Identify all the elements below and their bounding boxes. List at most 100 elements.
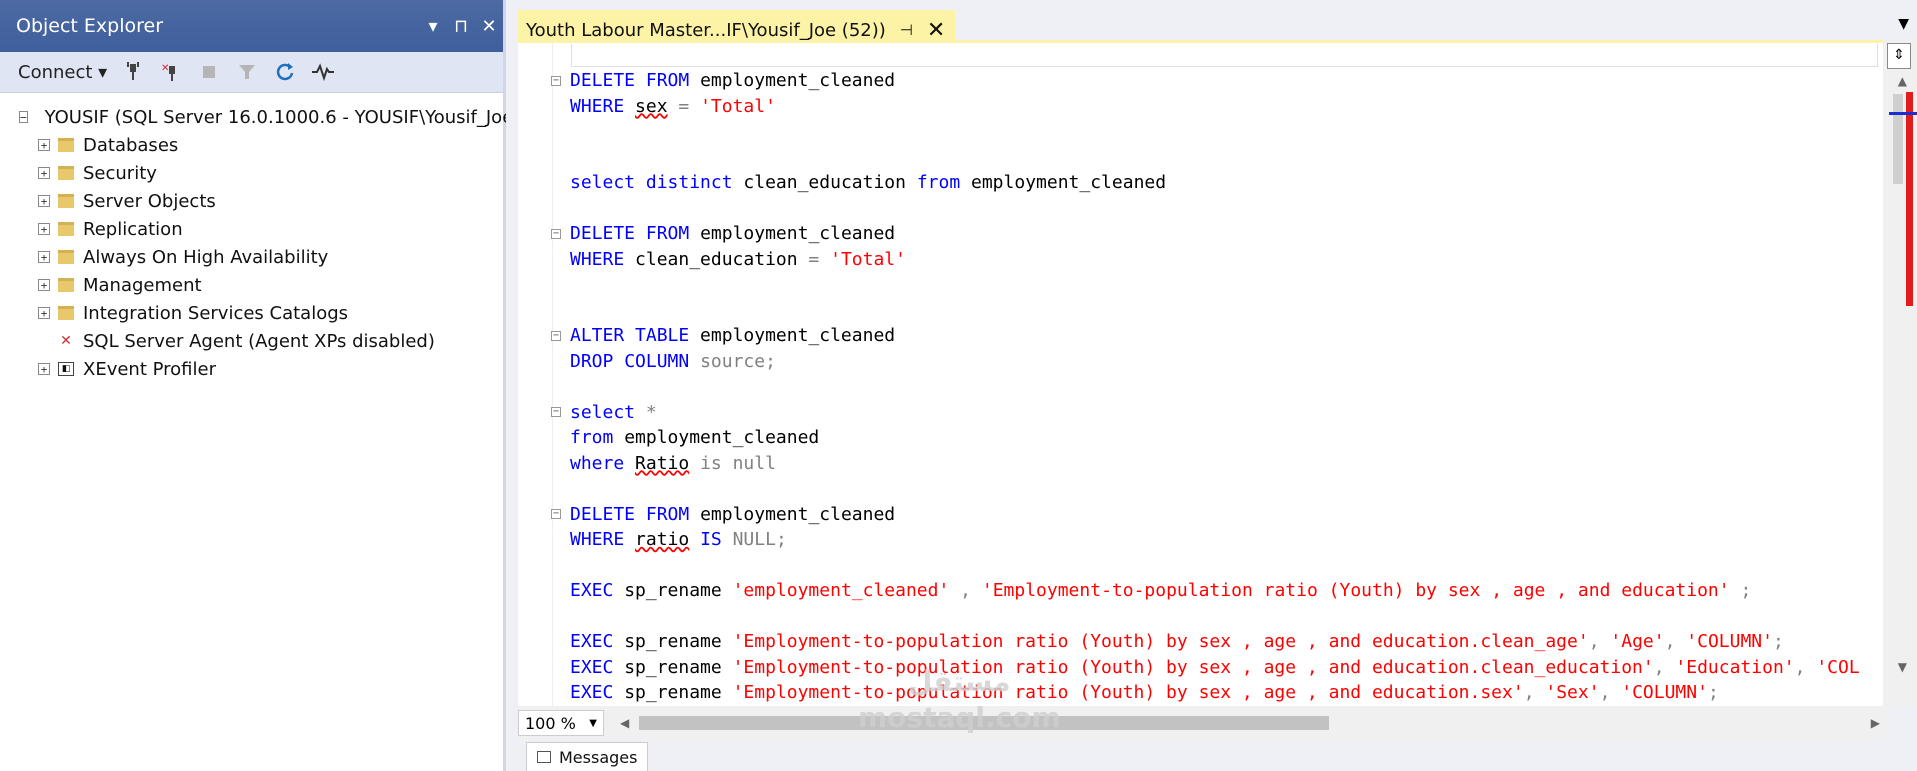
expand-icon[interactable]: +	[38, 279, 50, 291]
fold-toggle-icon[interactable]: −	[551, 509, 561, 519]
tree-node-databases[interactable]: + Databases	[0, 131, 503, 159]
code-line: DROP COLUMN source;	[570, 350, 776, 372]
code-editor[interactable]: − − − − − DELETE FROM employment_cleaned…	[518, 40, 1886, 706]
code-line: WHERE sex = 'Total'	[570, 95, 776, 117]
fold-toggle-icon[interactable]: −	[551, 331, 561, 341]
code-line: EXEC sp_rename 'Employment-to-population…	[570, 656, 1860, 678]
current-line-highlight	[571, 44, 1878, 67]
horizontal-scrollbar[interactable]	[635, 716, 1865, 730]
tree-node-always-on[interactable]: + Always On High Availability	[0, 243, 503, 271]
code-line: select *	[570, 401, 657, 423]
close-tab-icon[interactable]: ✕	[927, 18, 945, 43]
watermark-url: mostaql.com	[858, 701, 1061, 734]
tree-node-management[interactable]: + Management	[0, 271, 503, 299]
messages-tab-label: Messages	[559, 747, 638, 767]
code-line: EXEC sp_rename 'Employment-to-population…	[570, 631, 1784, 652]
scroll-right-arrow-icon[interactable]: ▶	[1871, 716, 1880, 730]
close-icon[interactable]: ✕	[475, 16, 503, 37]
refresh-icon[interactable]	[273, 60, 297, 84]
code-line: EXEC sp_rename 'employment_cleaned' , 'E…	[570, 580, 1752, 601]
fold-toggle-icon[interactable]: −	[551, 407, 561, 417]
connect-plug-icon[interactable]	[121, 60, 145, 84]
stop-icon[interactable]	[197, 60, 221, 84]
tab-list-dropdown-icon[interactable]: ▼	[1898, 16, 1909, 32]
collapse-icon[interactable]: −	[19, 111, 28, 123]
xevent-icon: ◧	[58, 362, 74, 376]
folder-icon	[58, 222, 74, 236]
watermark: مستقل mostaql.com	[858, 664, 1061, 736]
code-line: ALTER TABLE employment_cleaned	[570, 325, 896, 346]
messages-tab[interactable]: Messages	[526, 742, 649, 771]
tree-node-xevent-profiler[interactable]: + ◧ XEvent Profiler	[0, 355, 503, 383]
tree-node-sql-agent[interactable]: ✕ SQL Server Agent (Agent XPs disabled)	[0, 327, 503, 355]
folder-icon	[58, 166, 74, 180]
filter-icon[interactable]	[235, 60, 259, 84]
code-line: DELETE FROM employment_cleaned	[570, 503, 896, 525]
tree-node-replication[interactable]: + Replication	[0, 215, 503, 243]
zoom-dropdown[interactable]: 100 % ▼	[518, 710, 604, 736]
chevron-down-icon: ▼	[589, 717, 597, 729]
object-explorer-tree: − YOUSIF (SQL Server 16.0.1000.6 - YOUSI…	[0, 93, 520, 383]
code-line: DELETE FROM employment_cleaned	[570, 223, 896, 244]
tree-node-server-objects[interactable]: + Server Objects	[0, 187, 503, 215]
code-line: WHERE clean_education = 'Total'	[570, 248, 906, 270]
expand-icon[interactable]: +	[38, 167, 50, 179]
query-tab-title: Youth Labour Master...IF\Yousif_Joe (52)…	[526, 19, 886, 41]
zoom-value: 100 %	[525, 713, 576, 733]
activity-monitor-icon[interactable]	[311, 60, 335, 84]
fold-toggle-icon[interactable]: −	[551, 229, 561, 239]
split-editor-icon[interactable]: ⇕	[1887, 43, 1911, 69]
server-node[interactable]: − YOUSIF (SQL Server 16.0.1000.6 - YOUSI…	[0, 103, 520, 131]
code-line: select distinct clean_education from emp…	[570, 172, 1167, 193]
editor-margin	[518, 43, 553, 706]
results-tab-bar: Messages	[518, 740, 1917, 771]
vertical-scroll-thumb[interactable]	[1893, 94, 1903, 184]
window-position-icon[interactable]: ▾	[419, 16, 447, 37]
expand-icon[interactable]: +	[38, 363, 50, 375]
expand-icon[interactable]: +	[38, 251, 50, 263]
svg-text:✕: ✕	[161, 63, 169, 74]
disconnect-icon[interactable]: ✕	[159, 60, 183, 84]
connect-button[interactable]: Connect ▾	[18, 62, 107, 83]
tree-node-integration-services[interactable]: + Integration Services Catalogs	[0, 299, 503, 327]
expand-icon[interactable]: +	[38, 139, 50, 151]
code-line: where Ratio is null	[570, 452, 776, 474]
folder-icon	[58, 306, 74, 320]
tree-node-label: Replication	[83, 218, 183, 240]
messages-icon	[537, 751, 551, 763]
folder-icon	[58, 278, 74, 292]
expand-icon[interactable]: +	[38, 223, 50, 235]
pin-icon[interactable]: ⊓	[447, 16, 475, 37]
query-editor-area: Youth Labour Master...IF\Yousif_Joe (52)…	[506, 0, 1917, 771]
fold-toggle-icon[interactable]: −	[551, 76, 561, 86]
scroll-down-arrow-icon[interactable]: ▼	[1898, 660, 1907, 674]
object-explorer-toolbar: Connect ▾ ✕	[0, 52, 503, 93]
code-line: EXEC sp_rename 'Employment-to-population…	[570, 682, 1719, 703]
pin-icon[interactable]: ⊣	[900, 21, 913, 39]
caret-position-marker	[1889, 112, 1917, 115]
code-line: from employment_cleaned	[570, 427, 820, 448]
tree-node-label: SQL Server Agent (Agent XPs disabled)	[83, 330, 435, 352]
expand-icon[interactable]: +	[38, 307, 50, 319]
object-explorer-title: Object Explorer	[16, 15, 164, 37]
object-explorer-title-bar: Object Explorer ▾ ⊓ ✕	[0, 0, 503, 52]
scroll-left-arrow-icon[interactable]: ◀	[620, 716, 629, 730]
tree-node-label: Always On High Availability	[83, 246, 329, 268]
tree-node-security[interactable]: + Security	[0, 159, 503, 187]
agent-icon: ✕	[60, 333, 72, 349]
expand-icon[interactable]: +	[38, 195, 50, 207]
server-node-label: YOUSIF (SQL Server 16.0.1000.6 - YOUSIF\…	[44, 106, 521, 128]
folder-icon	[58, 250, 74, 264]
tree-node-label: Security	[83, 162, 157, 184]
folder-icon	[58, 138, 74, 152]
scroll-up-arrow-icon[interactable]: ▲	[1898, 74, 1907, 88]
code-text: DELETE FROM employment_cleaned WHERE sex …	[570, 68, 1860, 706]
vertical-scrollbar[interactable]: ⇕ ▲ ▼	[1883, 40, 1917, 706]
